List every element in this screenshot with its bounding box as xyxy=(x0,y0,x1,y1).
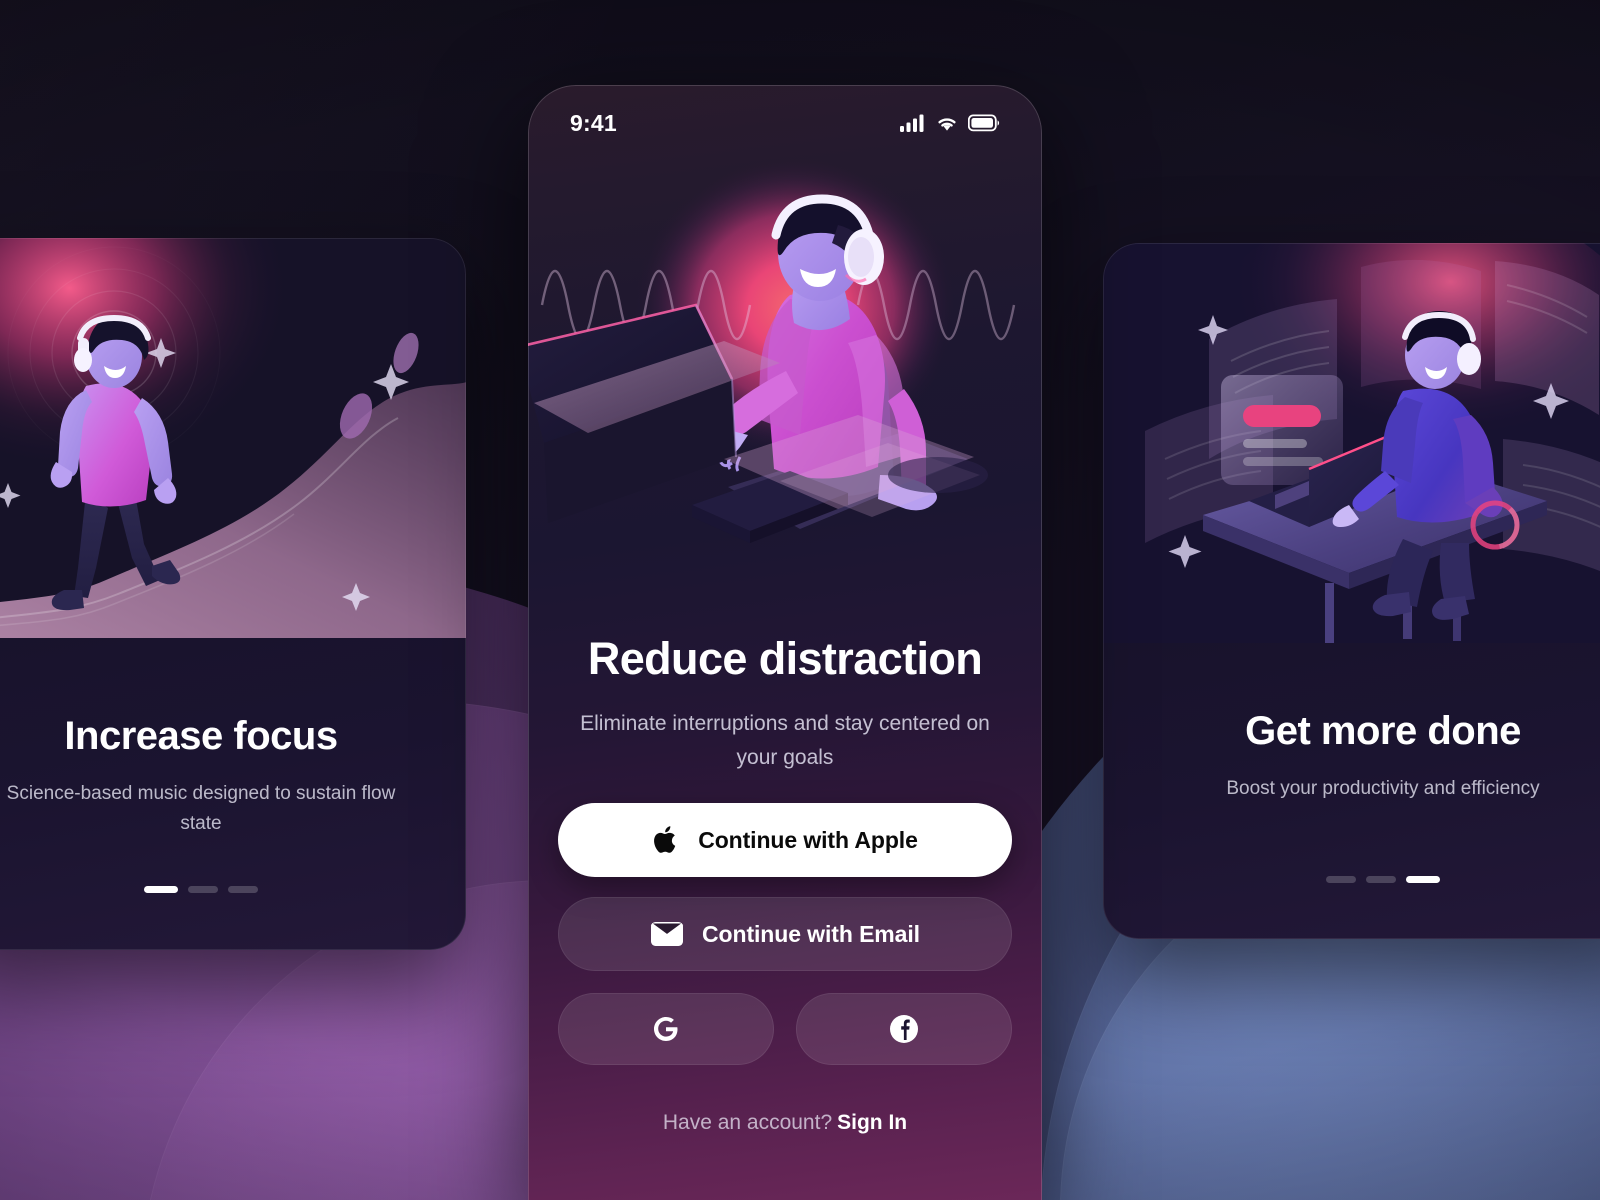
phone-copy: Reduce distraction Eliminate interruptio… xyxy=(528,633,1042,821)
battery-icon xyxy=(968,114,1000,132)
card-copy-right: Get more done Boost your productivity an… xyxy=(1103,709,1600,884)
sign-in-link[interactable]: Sign In xyxy=(837,1111,907,1134)
google-icon xyxy=(654,1017,678,1041)
continue-with-email-label: Continue with Email xyxy=(702,920,920,947)
continue-with-apple-button[interactable]: Continue with Apple xyxy=(558,803,1012,877)
illustration-person-at-cafe-table xyxy=(1103,243,1600,647)
illustration-person-walking xyxy=(0,238,466,638)
page-dot-2[interactable] xyxy=(1366,876,1396,884)
card-title-increase-focus: Increase focus xyxy=(64,714,338,758)
wifi-icon xyxy=(938,118,956,131)
slide-title-reduce-distraction: Reduce distraction xyxy=(587,633,983,684)
auth-actions: Continue with Apple Continue with Email xyxy=(558,803,1012,1135)
card-copy-left: Increase focus Science-based music desig… xyxy=(0,714,466,893)
card-subtitle-increase-focus: Science-based music designed to sustain … xyxy=(6,783,396,835)
continue-with-facebook-button[interactable] xyxy=(796,993,1012,1065)
continue-with-email-button[interactable]: Continue with Email xyxy=(558,897,1012,971)
envelope-icon xyxy=(650,922,684,946)
card-title-get-more-done: Get more done xyxy=(1245,709,1521,753)
onboarding-card-increase-focus[interactable]: Increase focus Science-based music desig… xyxy=(0,238,466,950)
continue-with-apple-label: Continue with Apple xyxy=(698,826,918,853)
page-dot-1[interactable] xyxy=(1326,876,1356,884)
facebook-icon xyxy=(890,1015,918,1043)
page-dot-1[interactable] xyxy=(144,885,178,893)
social-login-row xyxy=(558,993,1012,1065)
page-dot-2[interactable] xyxy=(188,885,218,893)
continue-with-google-button[interactable] xyxy=(558,993,774,1065)
page-dot-3[interactable] xyxy=(1406,876,1440,884)
status-bar: 9:41 xyxy=(528,107,1042,139)
slide-subtitle-reduce-distraction: Eliminate interruptions and stay centere… xyxy=(580,712,990,770)
status-bar-indicators xyxy=(900,114,1000,132)
onboarding-card-get-more-done[interactable]: Get more done Boost your productivity an… xyxy=(1103,243,1600,939)
illustration-person-at-desk-with-soundwaves xyxy=(528,157,1042,617)
page-dot-3[interactable] xyxy=(228,885,258,893)
cellular-signal-icon xyxy=(900,114,924,132)
sign-in-prompt-text: Have an account? xyxy=(662,1111,833,1134)
page-indicator-right[interactable] xyxy=(1103,876,1600,884)
card-subtitle-get-more-done: Boost your productivity and efficiency xyxy=(1226,778,1540,799)
page-indicator-left[interactable] xyxy=(0,885,466,893)
status-bar-clock: 9:41 xyxy=(570,109,617,136)
phone-mockup-reduce-distraction: 9:41 Reduce distraction Eliminate interr… xyxy=(528,85,1042,1200)
sign-in-prompt: Have an account? Sign In xyxy=(558,1111,1012,1135)
apple-icon xyxy=(654,826,676,853)
